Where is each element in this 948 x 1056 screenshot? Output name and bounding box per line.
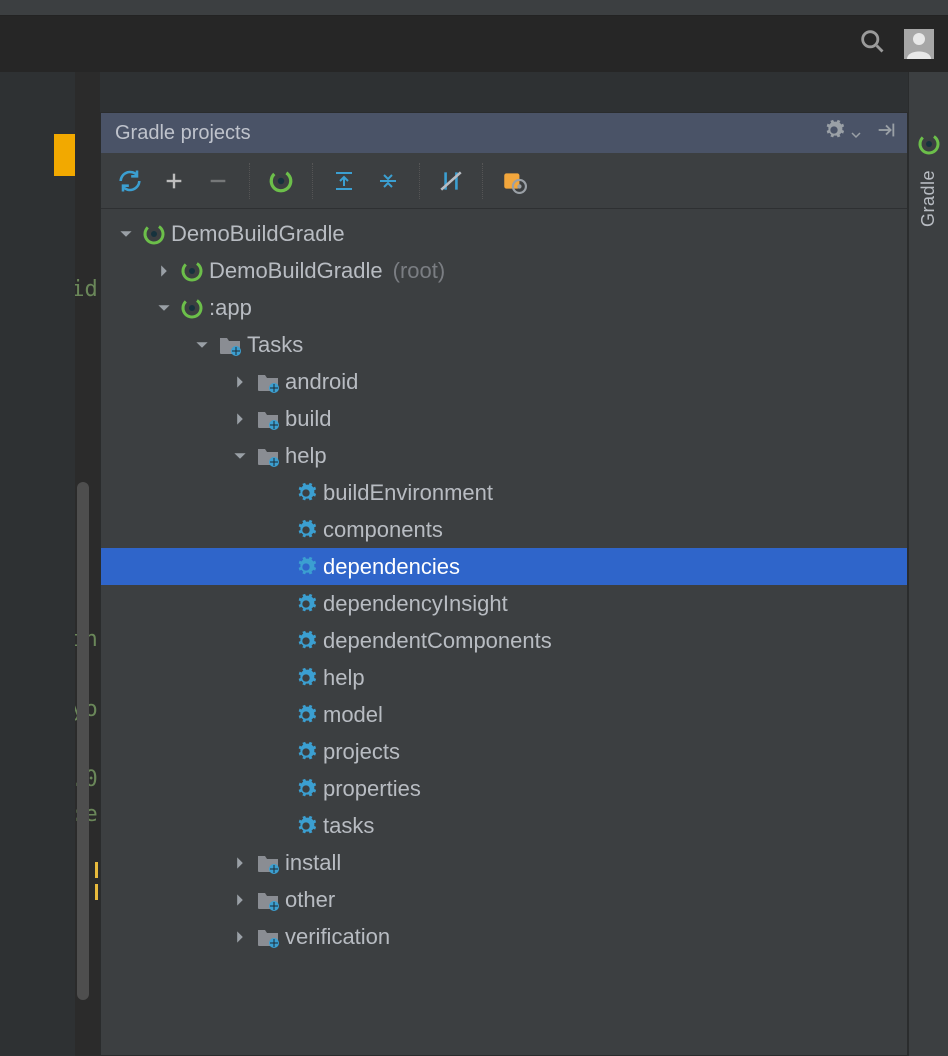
tree-item-label: install — [285, 850, 341, 876]
tree-item-label: :app — [209, 295, 252, 321]
folder-icon — [217, 334, 243, 356]
tree-item-label: other — [285, 887, 335, 913]
window-titlebar — [0, 0, 948, 16]
panel-settings-icon[interactable] — [823, 119, 845, 147]
tree-row-properties[interactable]: properties — [101, 770, 907, 807]
editor-visible-strip: android ) $kotlin nt-layo ner:1.0 resso:… — [75, 72, 100, 1056]
tree-row-build[interactable]: build — [101, 400, 907, 437]
chevron-right-icon[interactable] — [229, 375, 251, 389]
folder-icon — [255, 445, 281, 467]
chevron-right-icon[interactable] — [229, 893, 251, 907]
tree-item-label: DemoBuildGradle — [209, 258, 383, 284]
chevron-right-icon[interactable] — [229, 930, 251, 944]
tree-item-label: dependentComponents — [323, 628, 552, 654]
gear-icon — [293, 741, 319, 763]
tree-row-buildenvironment[interactable]: buildEnvironment — [101, 474, 907, 511]
tree-item-label: dependencies — [323, 554, 460, 580]
add-button[interactable] — [155, 162, 193, 200]
chevron-down-icon[interactable] — [153, 301, 175, 315]
panel-title: Gradle projects — [115, 122, 251, 145]
tree-row-dependencyinsight[interactable]: dependencyInsight — [101, 585, 907, 622]
gradle-icon — [179, 259, 205, 283]
gradle-execute-button[interactable] — [262, 162, 300, 200]
hide-panel-icon[interactable] — [875, 119, 897, 147]
gutter-warning-badge — [54, 134, 75, 176]
panel-toolbar — [101, 153, 907, 209]
gradle-tree[interactable]: DemoBuildGradle DemoBuildGradle (root) :app… — [101, 209, 907, 955]
chevron-down-icon[interactable] — [191, 338, 213, 352]
gear-icon — [293, 630, 319, 652]
tree-item-label: build — [285, 406, 331, 432]
chevron-right-icon[interactable] — [229, 412, 251, 426]
folder-icon — [255, 371, 281, 393]
gear-icon — [293, 667, 319, 689]
tree-row-demobuildgradle[interactable]: DemoBuildGradle — [101, 215, 907, 252]
folder-icon — [255, 408, 281, 430]
gear-icon — [293, 556, 319, 578]
editor-gutter — [0, 72, 75, 1056]
gradle-settings-button[interactable] — [495, 162, 533, 200]
collapse-all-button[interactable] — [369, 162, 407, 200]
tree-row-android[interactable]: android — [101, 363, 907, 400]
tree-item-label: components — [323, 517, 443, 543]
tree-row-tasks[interactable]: tasks — [101, 807, 907, 844]
user-avatar-icon[interactable] — [904, 29, 934, 59]
remove-button[interactable] — [199, 162, 237, 200]
chevron-down-icon[interactable] — [229, 449, 251, 463]
tree-row-projects[interactable]: projects — [101, 733, 907, 770]
tree-row-model[interactable]: model — [101, 696, 907, 733]
refresh-button[interactable] — [111, 162, 149, 200]
gear-icon — [293, 704, 319, 726]
tree-item-label: buildEnvironment — [323, 480, 493, 506]
tree-item-suffix: (root) — [393, 258, 446, 284]
tree-row-dependencies[interactable]: dependencies — [101, 548, 907, 585]
tree-item-label: DemoBuildGradle — [171, 221, 345, 247]
search-icon[interactable] — [858, 27, 886, 61]
tree-item-label: help — [323, 665, 365, 691]
gradle-icon — [179, 296, 205, 320]
tree-item-label: help — [285, 443, 327, 469]
gear-icon — [293, 593, 319, 615]
tree-item-label: dependencyInsight — [323, 591, 508, 617]
tree-row-install[interactable]: install — [101, 844, 907, 881]
tree-row-dependentcomponents[interactable]: dependentComponents — [101, 622, 907, 659]
folder-icon — [255, 926, 281, 948]
tree-item-label: projects — [323, 739, 400, 765]
gradle-rail-label[interactable]: Gradle — [918, 170, 939, 227]
gear-icon — [293, 778, 319, 800]
tree-item-label: android — [285, 369, 358, 395]
main-toolbar — [0, 16, 948, 72]
chevron-right-icon[interactable] — [229, 856, 251, 870]
folder-icon — [255, 889, 281, 911]
tree-row-verification[interactable]: verification — [101, 918, 907, 955]
toggle-offline-button[interactable] — [432, 162, 470, 200]
chevron-right-icon[interactable] — [153, 264, 175, 278]
gradle-rail-icon[interactable] — [917, 132, 941, 162]
right-tool-rail: Gradle — [908, 72, 948, 1056]
expand-all-button[interactable] — [325, 162, 363, 200]
gear-icon — [293, 519, 319, 541]
tree-item-label: properties — [323, 776, 421, 802]
tree-row--app[interactable]: :app — [101, 289, 907, 326]
gear-icon — [293, 482, 319, 504]
chevron-down-icon[interactable] — [115, 227, 137, 241]
gradle-icon — [141, 222, 167, 246]
tree-row-demobuildgradle[interactable]: DemoBuildGradle (root) — [101, 252, 907, 289]
gradle-projects-panel: Gradle projects — [100, 112, 908, 1056]
tree-row-help[interactable]: help — [101, 659, 907, 696]
tree-row-tasks[interactable]: Tasks — [101, 326, 907, 363]
panel-header: Gradle projects — [101, 113, 907, 153]
chevron-down-icon[interactable] — [851, 120, 861, 146]
tree-item-label: tasks — [323, 813, 374, 839]
gear-icon — [293, 815, 319, 837]
tree-item-label: verification — [285, 924, 390, 950]
tree-row-other[interactable]: other — [101, 881, 907, 918]
folder-icon — [255, 852, 281, 874]
tree-item-label: model — [323, 702, 383, 728]
tree-item-label: Tasks — [247, 332, 303, 358]
tree-row-help[interactable]: help — [101, 437, 907, 474]
tree-row-components[interactable]: components — [101, 511, 907, 548]
